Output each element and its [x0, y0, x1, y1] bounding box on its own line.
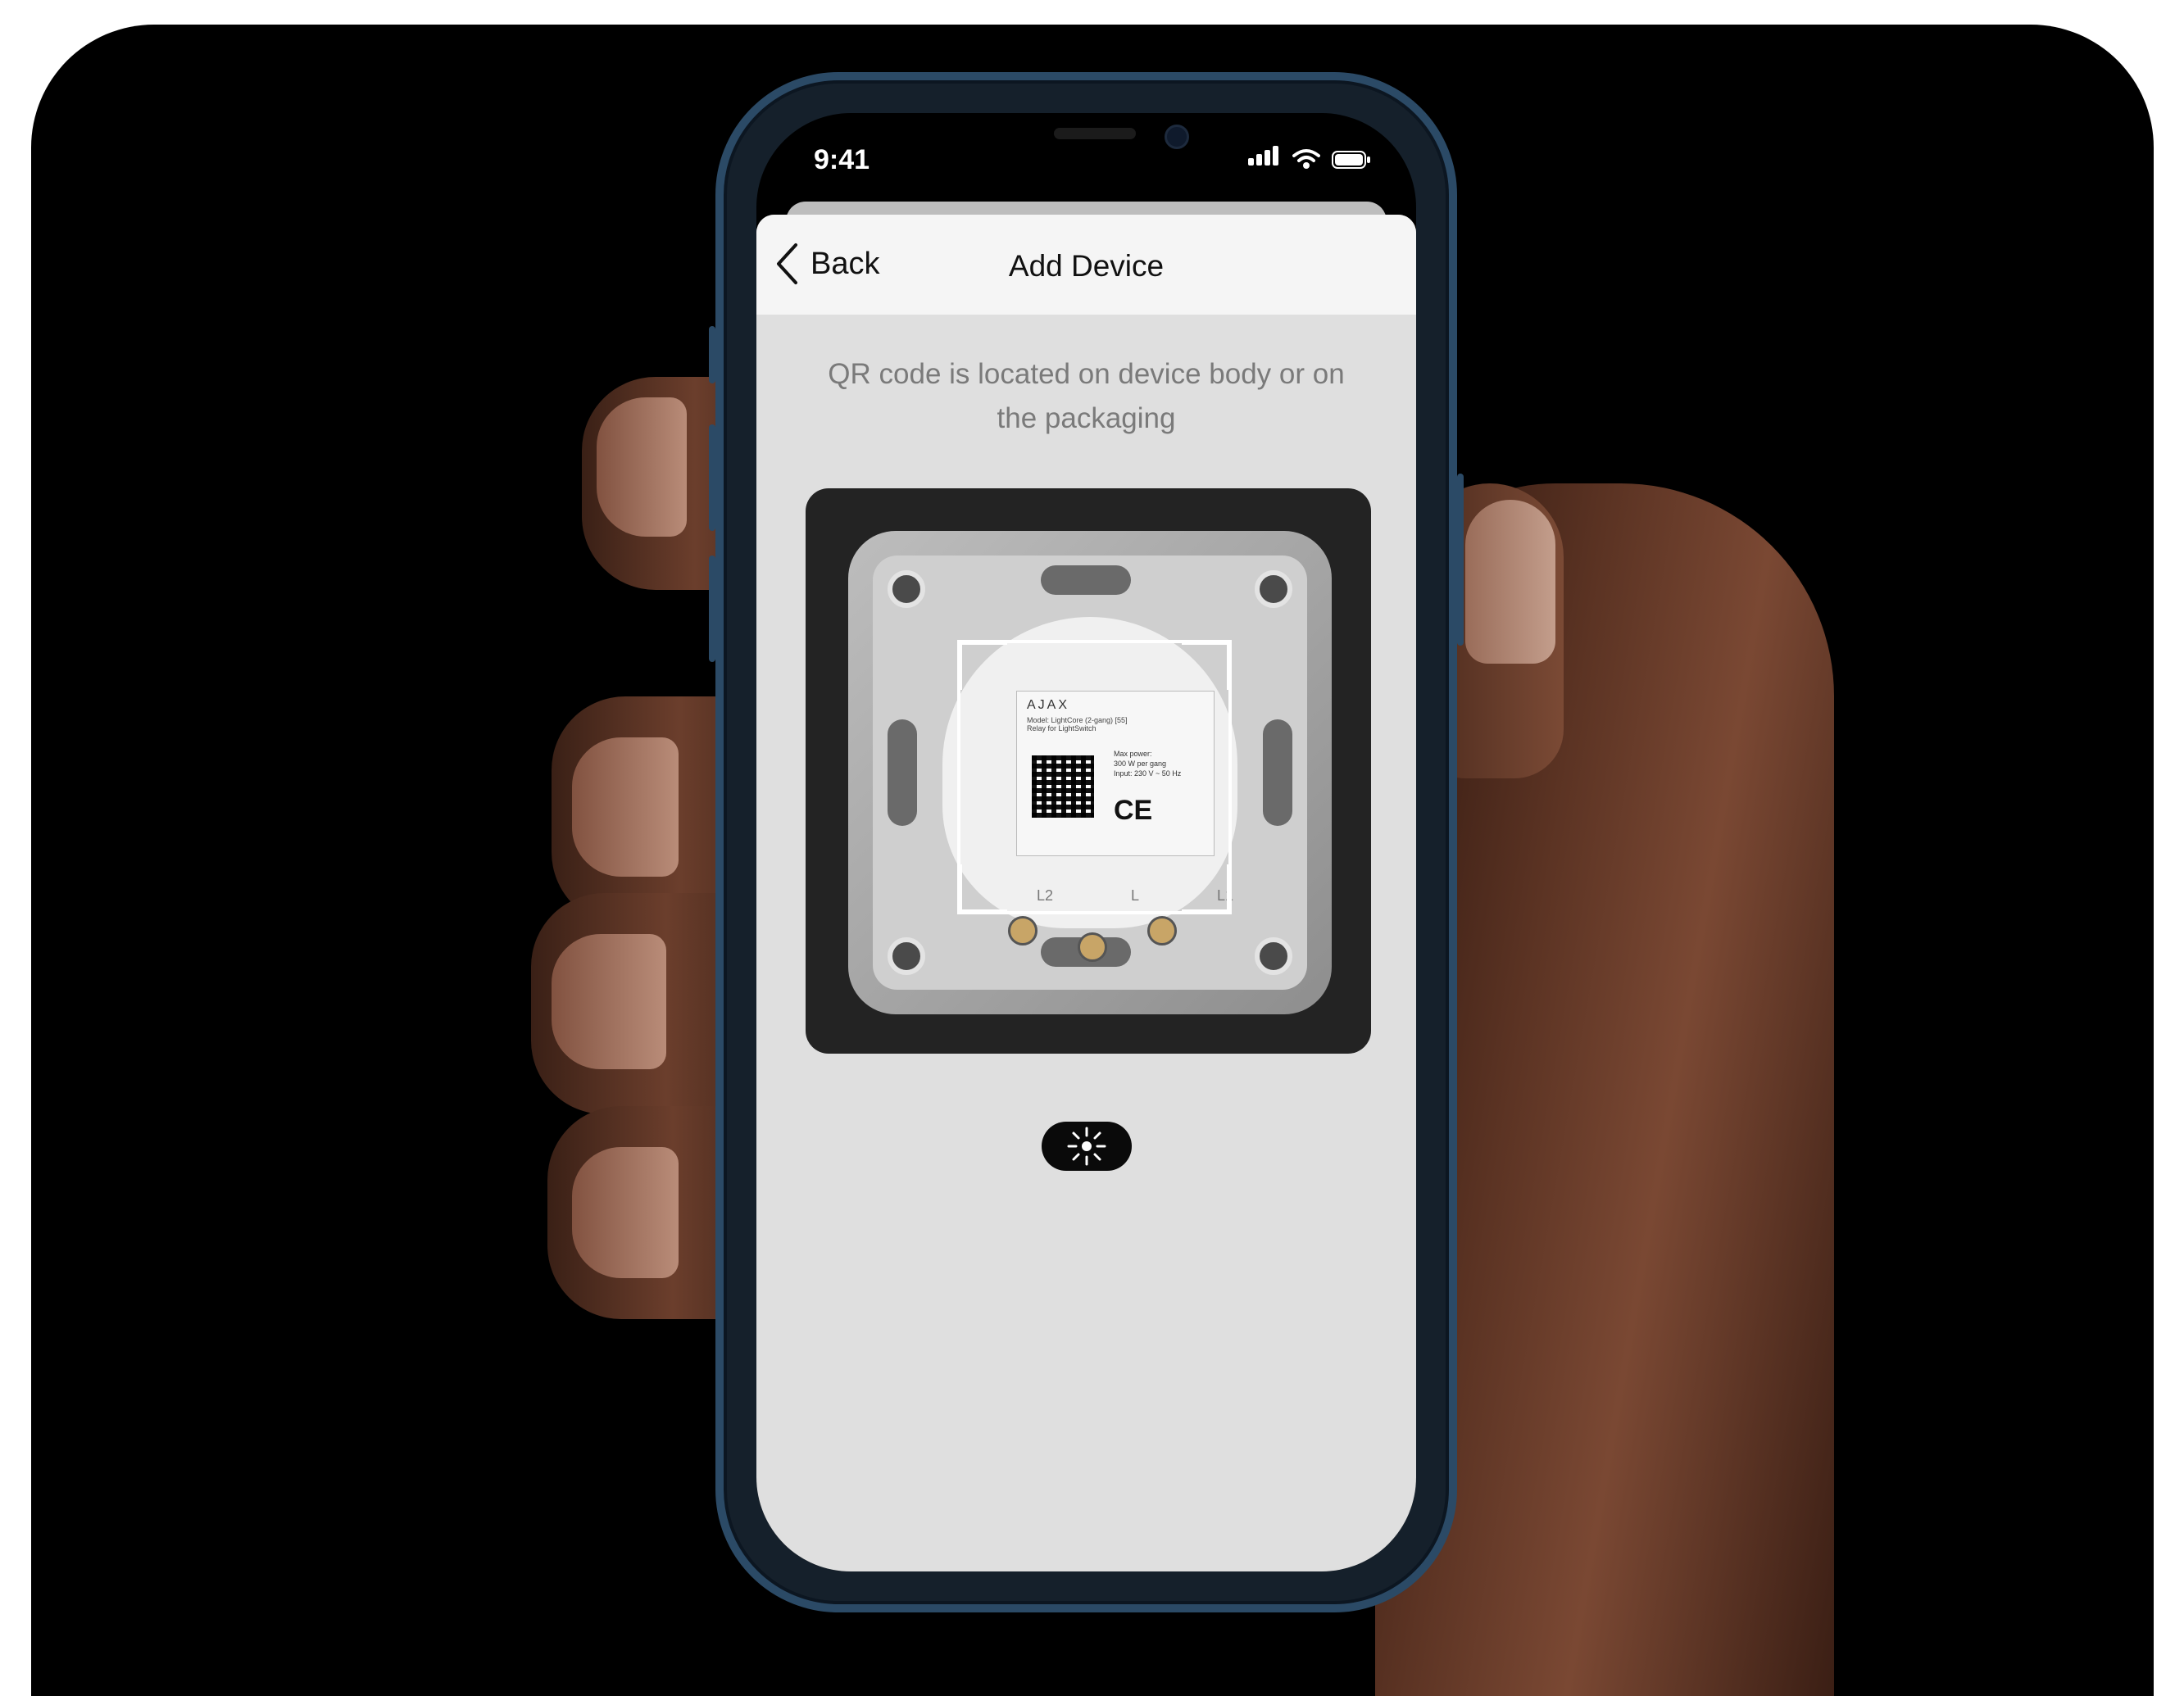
cellular-signal-icon: [1248, 146, 1281, 170]
hand-fingernail-3: [552, 934, 666, 1069]
battery-icon: [1332, 151, 1370, 169]
mount-hole: [1255, 570, 1292, 608]
phone-volume-up-button: [709, 424, 715, 531]
phone-volume-down-button: [709, 556, 715, 662]
backdrop: 9:41 Back Add Device QR code is located …: [31, 25, 2154, 1696]
phone-power-button: [1457, 474, 1464, 646]
flashlight-toggle-button[interactable]: [1042, 1122, 1132, 1171]
page-title: Add Device: [1008, 249, 1165, 283]
navigation-bar: Back Add Device: [756, 215, 1416, 315]
mount-hole: [888, 570, 925, 608]
terminal-screw: [1078, 932, 1107, 962]
terminal-screw: [1008, 916, 1038, 945]
mount-slot: [888, 719, 917, 826]
phone: 9:41 Back Add Device QR code is located …: [709, 72, 1464, 1612]
hand-fingernail-1: [597, 397, 687, 537]
mount-slot: [1041, 565, 1131, 595]
phone-screen: 9:41 Back Add Device QR code is located …: [756, 113, 1416, 1571]
terminal-screw: [1147, 916, 1177, 945]
scan-hint-text: QR code is located on device body or on …: [828, 358, 1345, 434]
camera-viewfinder: AJAX Model: LightCore (2-gang) [55] Rela…: [806, 488, 1371, 1054]
wifi-icon: [1292, 149, 1320, 169]
hand-thumbnail: [1465, 500, 1555, 664]
status-icons: [1248, 146, 1371, 170]
hand-fingernail-2: [572, 737, 679, 877]
mount-slot: [1263, 719, 1292, 826]
mount-hole: [888, 937, 925, 975]
status-bar: 9:41: [756, 113, 1416, 203]
phone-side-button: [709, 326, 715, 383]
hand-fingernail-4: [572, 1147, 679, 1278]
status-time: 9:41: [814, 144, 870, 175]
flashlight-icon: [1067, 1127, 1106, 1166]
qr-scan-frame: [957, 640, 1232, 914]
mount-hole: [1255, 937, 1292, 975]
add-device-sheet: Back Add Device QR code is located on de…: [756, 215, 1416, 1571]
